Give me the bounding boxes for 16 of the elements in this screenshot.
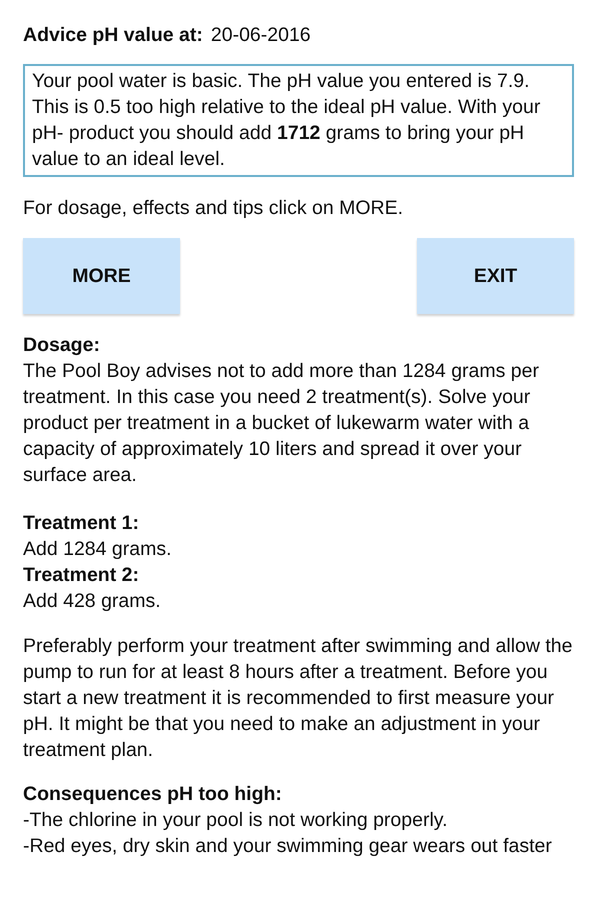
treatment-text: Add 1284 grams. — [23, 537, 173, 562]
advice-message: Your pool water is basic. The pH value you entered is 7.9. This is 0.5 too high relative to the ideal pH value. With your pH- product you should add 1712 grams to bring your pH value to an ideal level. — [23, 64, 574, 177]
action-button[interactable]: EXIT — [417, 238, 574, 314]
section-heading: Consequences pH too high: — [23, 782, 283, 807]
action-button[interactable]: MORE — [23, 238, 180, 314]
consequence-text: -Red eyes, dry skin and your swimming gear wears out faster — [23, 834, 553, 859]
header-label: Advice pH value at: — [23, 23, 203, 48]
section-heading: Dosage: — [23, 333, 101, 358]
treatment-heading: Treatment 2: — [23, 563, 140, 588]
date-text: 20-06-2016 — [210, 23, 311, 48]
dosage-text: The Pool Boy advises not to add more than 1284 grams per treatment. In this case you need 2 treatment(s). Solve your product per treatment in a bucket of lukewarm water with a capacity of approximately 10 liters and spread it over your surface area. — [23, 359, 540, 488]
consequence-text: -The chlorine in your pool is not working properly. — [23, 808, 449, 833]
advice-text: Preferably perform your treatment after swimming and allow the pump to run for at least 8 hours after a treatment. Before you start a new treatment it is recommended to first measure your pH. It might be that you need to make an adjustment in your treatment plan. — [23, 634, 574, 763]
treatment-heading: Treatment 1: — [23, 511, 140, 536]
hint-text: For dosage, effects and tips click on MORE. — [23, 196, 404, 221]
treatment-text: Add 428 grams. — [23, 589, 162, 614]
